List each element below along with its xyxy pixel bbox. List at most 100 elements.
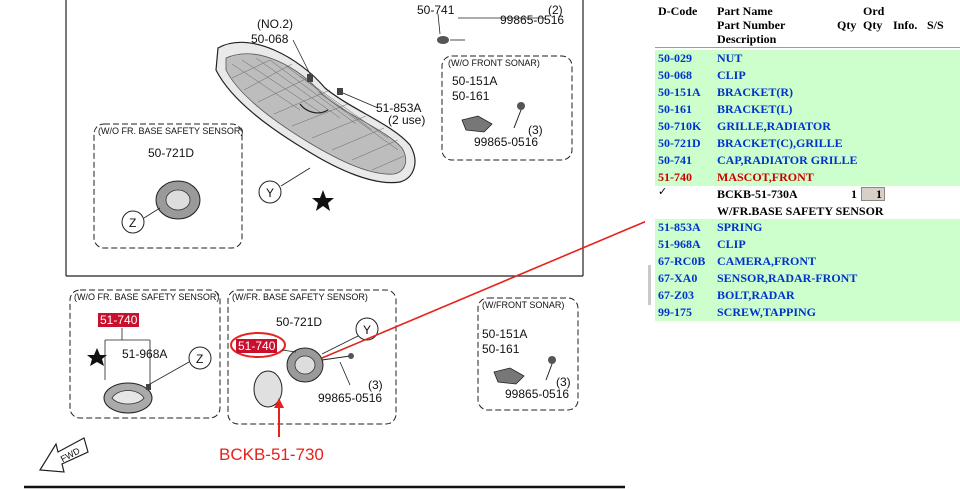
row-name[interactable]: BRACKET(R) xyxy=(717,85,793,100)
table-row[interactable]: 51-853A SPRING xyxy=(655,219,960,236)
parts-table-header: D-Code Part Name Part Number Description… xyxy=(655,0,960,48)
label-wo-fr-base-top: (W/O FR. BASE SAFETY SENSOR) xyxy=(98,126,243,136)
header-part-name[interactable]: Part Name xyxy=(717,4,773,18)
header-qty[interactable]: Qty xyxy=(837,18,856,32)
parts-diagram: 50-741 (2) 99865-0516 (NO.2) 50-068 51-8… xyxy=(0,0,645,489)
row-name[interactable]: CAP,RADIATOR GRILLE xyxy=(717,153,857,168)
row-code[interactable]: 50-029 xyxy=(658,51,692,66)
row-code[interactable]: 50-710K xyxy=(658,119,701,134)
header-description[interactable]: Description xyxy=(717,32,776,46)
header-ord[interactable]: Ord xyxy=(863,4,884,18)
label-w-fr-base: (W/FR. BASE SAFETY SENSOR) xyxy=(232,292,368,302)
row-name[interactable]: SCREW,TAPPING xyxy=(717,305,816,320)
table-row[interactable]: 67-XA0 SENSOR,RADAR-FRONT xyxy=(655,270,960,287)
mascot-emblem-shape xyxy=(103,382,153,414)
row-name[interactable]: MASCOT,FRONT xyxy=(717,170,814,185)
row-code[interactable]: 67-Z03 xyxy=(658,288,694,303)
star-marker-top xyxy=(312,190,334,211)
row-code[interactable]: 51-740 xyxy=(658,170,692,185)
row-name[interactable]: SPRING xyxy=(717,220,762,235)
table-row[interactable]: 50-029 NUT xyxy=(655,50,960,67)
header-info[interactable]: Info. xyxy=(893,18,917,32)
label-50-741: 50-741 xyxy=(417,3,455,17)
row-name[interactable]: CLIP xyxy=(717,237,746,252)
splitter-handle[interactable] xyxy=(648,265,651,305)
selected-description: W/FR.BASE SAFETY SENSOR xyxy=(717,204,884,218)
selected-qty: 1 xyxy=(851,187,857,201)
label-99865-0516-top: 99865-0516 xyxy=(500,13,564,27)
row-code[interactable]: 50-721D xyxy=(658,136,701,151)
selected-part-description-row: W/FR.BASE SAFETY SENSOR xyxy=(655,203,960,220)
star-marker-bottom xyxy=(87,348,107,366)
label-50-151a-a: 50-151A xyxy=(452,74,497,88)
table-row[interactable]: 50-710K GRILLE,RADIATOR xyxy=(655,118,960,135)
table-row[interactable]: 51-968A CLIP xyxy=(655,236,960,253)
label-qty3-b: (3) xyxy=(368,378,383,392)
bracket-top-shape xyxy=(461,115,493,133)
table-row[interactable]: 50-741 CAP,RADIATOR GRILLE xyxy=(655,152,960,169)
table-row[interactable]: 50-721D BRACKET(C),GRILLE xyxy=(655,135,960,152)
highlight-51-740-a: 51-740 xyxy=(98,313,140,327)
label-50-161-b: 50-161 xyxy=(482,342,520,356)
row-code[interactable]: 67-RC0B xyxy=(658,254,705,269)
row-code[interactable]: 50-161 xyxy=(658,102,692,117)
label-50-721d-bottom: 50-721D xyxy=(276,315,322,329)
label-99865-0516-c: 99865-0516 xyxy=(505,387,569,401)
row-name[interactable]: SENSOR,RADAR-FRONT xyxy=(717,271,857,286)
label-50-161-a: 50-161 xyxy=(452,89,490,103)
table-row[interactable]: 67-Z03 BOLT,RADAR xyxy=(655,287,960,304)
screw-mid-shape xyxy=(348,353,354,359)
bracket-c-top-shape xyxy=(155,180,201,220)
row-name[interactable]: NUT xyxy=(717,51,742,66)
row-code[interactable]: 51-853A xyxy=(658,220,701,235)
cap-50-741-shape xyxy=(437,13,465,44)
order-qty-input[interactable]: 1 xyxy=(861,187,885,201)
marker-z-top: Z xyxy=(129,216,136,230)
label-50-068: 50-068 xyxy=(251,32,289,46)
row-code[interactable]: 67-XA0 xyxy=(658,271,697,286)
table-row[interactable]: 50-068 CLIP xyxy=(655,67,960,84)
clip-50-068-shape xyxy=(307,74,313,82)
row-name[interactable]: BRACKET(C),GRILLE xyxy=(717,136,843,151)
annotation-part-number: BCKB-51-730 xyxy=(219,445,324,464)
row-code[interactable]: 50-741 xyxy=(658,153,692,168)
header-dcode[interactable]: D-Code xyxy=(658,4,697,18)
marker-z-bottom: Z xyxy=(196,352,203,366)
row-name[interactable]: BRACKET(L) xyxy=(717,102,792,117)
label-50-721d-top: 50-721D xyxy=(148,146,194,160)
table-row[interactable]: 50-161 BRACKET(L) xyxy=(655,101,960,118)
row-name[interactable]: CLIP xyxy=(717,68,746,83)
selected-part-number[interactable]: BCKB-51-730A xyxy=(717,187,798,202)
header-ss[interactable]: S/S xyxy=(927,18,944,32)
camera-bracket-shape xyxy=(286,347,324,383)
label-no2: (NO.2) xyxy=(257,17,293,31)
header-ord-qty[interactable]: Qty xyxy=(863,18,882,32)
label-99865-0516-a: 99865-0516 xyxy=(474,135,538,149)
parts-list-panel: D-Code Part Name Part Number Description… xyxy=(655,0,960,489)
header-part-number[interactable]: Part Number xyxy=(717,18,785,32)
label-w-front-sonar: (W/FRONT SONAR) xyxy=(482,300,564,310)
clip-51-968a-shape xyxy=(146,384,151,390)
row-code[interactable]: 50-151A xyxy=(658,85,701,100)
row-code[interactable]: 99-175 xyxy=(658,305,692,320)
selected-part-row[interactable]: ✓ BCKB-51-730A 1 1 xyxy=(655,185,960,203)
row-name[interactable]: GRILLE,RADIATOR xyxy=(717,119,831,134)
screw-bottom-shape xyxy=(548,356,556,364)
label-wo-fr-base-bottom: (W/O FR. BASE SAFETY SENSOR) xyxy=(74,292,219,302)
marker-y-bottom: Y xyxy=(363,323,371,337)
table-row[interactable]: 99-175 SCREW,TAPPING xyxy=(655,304,960,321)
clip-51-853a-shape xyxy=(337,88,343,95)
table-row[interactable]: 67-RC0B CAMERA,FRONT xyxy=(655,253,960,270)
row-code[interactable]: 50-068 xyxy=(658,68,692,83)
label-wo-front-sonar: (W/O FRONT SONAR) xyxy=(448,58,540,68)
row-name[interactable]: CAMERA,FRONT xyxy=(717,254,816,269)
row-code[interactable]: 51-968A xyxy=(658,237,701,252)
panel-separator xyxy=(645,0,655,489)
label-99865-0516-b: 99865-0516 xyxy=(318,391,382,405)
table-row-highlighted[interactable]: 51-740 MASCOT,FRONT xyxy=(655,169,960,186)
table-row[interactable]: 50-151A BRACKET(R) xyxy=(655,84,960,101)
row-name[interactable]: BOLT,RADAR xyxy=(717,288,795,303)
screw-top-shape xyxy=(517,102,525,110)
select-checkbox[interactable]: ✓ xyxy=(658,185,667,198)
highlight-51-740-b: 51-740 xyxy=(236,339,278,353)
